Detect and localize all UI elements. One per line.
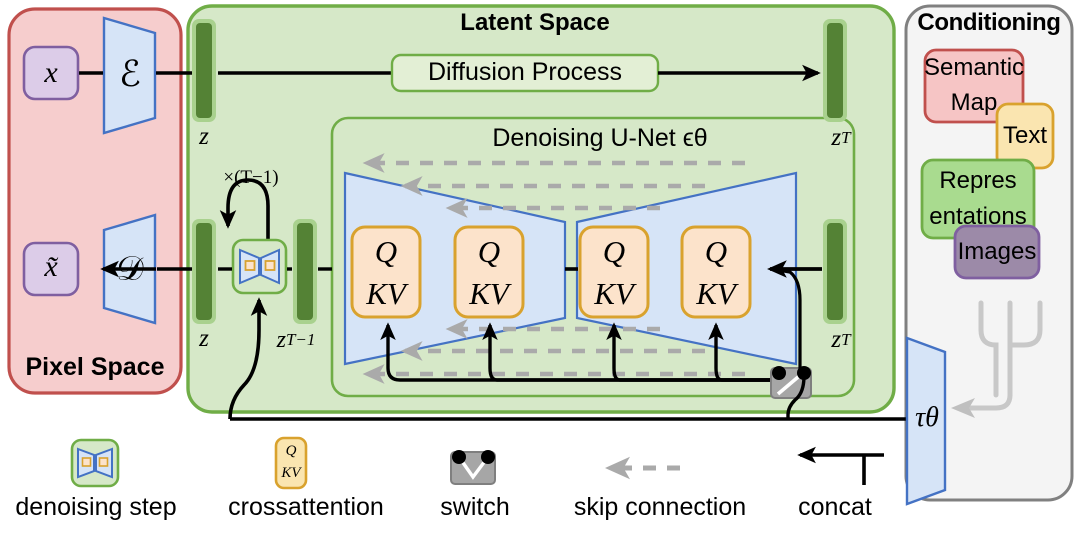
denoising-step-node bbox=[231, 238, 288, 295]
conditioning-images-label: Images bbox=[957, 237, 1037, 265]
latent-space-title: Latent Space bbox=[460, 8, 610, 36]
zT-minus-1-bar bbox=[293, 219, 317, 324]
unet-title: Denoising U-Net ϵθ bbox=[492, 124, 708, 153]
z-bar-bottom bbox=[192, 219, 216, 324]
attention-q-2: Q bbox=[477, 234, 501, 270]
conditioning-title: Conditioning bbox=[917, 8, 1061, 36]
z-label-bottom: z bbox=[199, 325, 209, 353]
loop-count-label: ×(T−1) bbox=[223, 167, 279, 189]
input-latent-label: x bbox=[44, 55, 58, 89]
conditioning-text-label: Text bbox=[1002, 121, 1047, 149]
attention-kv-1: KV bbox=[366, 276, 406, 312]
attention-kv-2: KV bbox=[469, 276, 509, 312]
legend-crossattention-q: Q bbox=[285, 443, 297, 460]
attention-q-1: Q bbox=[374, 234, 398, 270]
tau-encoder-label: τθ bbox=[915, 401, 939, 433]
legend-label-switch: switch bbox=[440, 493, 510, 522]
zT-bar-bottom bbox=[823, 219, 847, 324]
zT-bar-top bbox=[823, 19, 847, 122]
pixel-space-title: Pixel Space bbox=[25, 353, 165, 382]
legend-label-concat: concat bbox=[798, 493, 872, 522]
legend-switch-icon bbox=[450, 450, 496, 485]
attention-kv-4: KV bbox=[696, 276, 736, 312]
legend-label-skip-connection: skip connection bbox=[573, 493, 747, 522]
diffusion-process-label: Diffusion Process bbox=[427, 58, 623, 87]
zT-label-bottom: zT bbox=[831, 326, 851, 354]
z-bar-top bbox=[192, 19, 216, 122]
legend-crossattention-kv: KV bbox=[281, 465, 301, 482]
attention-kv-3: KV bbox=[594, 276, 634, 312]
legend-concat-icon bbox=[797, 446, 884, 485]
z-label-top: z bbox=[199, 123, 209, 151]
encoder-label: ℰ bbox=[119, 53, 141, 94]
zT-label-top: zT bbox=[831, 124, 851, 152]
legend-label-crossattention: crossattention bbox=[228, 493, 384, 522]
attention-q-3: Q bbox=[602, 234, 626, 270]
conditioning-semantic-map-line1: Semantic bbox=[923, 53, 1025, 81]
diagram-canvas: Pixel Space Latent Space Conditioning x … bbox=[0, 0, 1080, 536]
conditioning-representations-line1: Repres bbox=[939, 166, 1017, 194]
zT-minus-1-label: z T−1 bbox=[276, 326, 316, 353]
legend-denoising-step-icon bbox=[70, 438, 120, 488]
output-latent-label: x̃ bbox=[44, 249, 58, 283]
attention-q-4: Q bbox=[704, 234, 728, 270]
legend-label-denoising-step: denoising step bbox=[15, 493, 177, 522]
decoder-label: 𝒟 bbox=[116, 250, 144, 288]
